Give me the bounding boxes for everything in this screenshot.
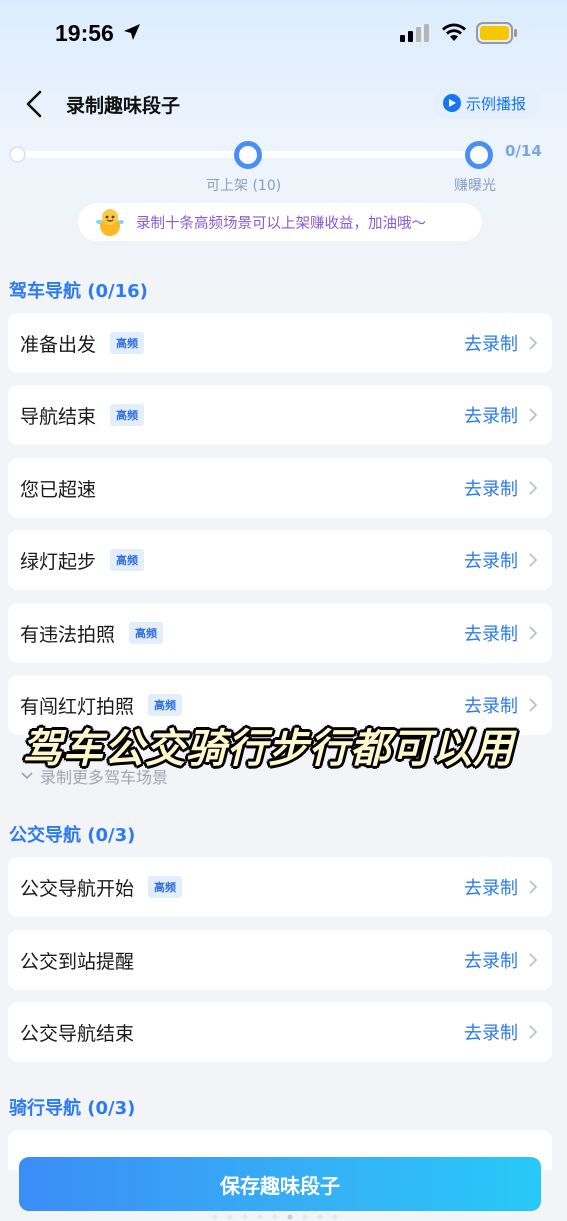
record-link[interactable]: 去录制 — [464, 874, 518, 900]
record-link[interactable]: 去录制 — [464, 692, 518, 718]
back-button[interactable] — [18, 86, 50, 122]
record-link[interactable]: 去录制 — [464, 620, 518, 646]
high-frequency-badge: 高频 — [148, 694, 183, 716]
battery-icon — [476, 22, 517, 44]
item-label: 公交导航结束 — [20, 1022, 135, 1045]
demo-playback-label: 示例播报 — [466, 94, 527, 113]
high-frequency-badge: 高频 — [110, 404, 145, 426]
milestone-listing-label: 可上架 (10) — [206, 178, 282, 194]
list-item[interactable]: 公交导航开始 高频 去录制 — [8, 857, 552, 917]
section-title-cycling: 骑行导航 (0/3) — [9, 1098, 136, 1119]
section-title-driving: 驾车导航 (0/16) — [9, 281, 148, 302]
list-item[interactable]: 公交到站提醒 去录制 — [8, 930, 552, 990]
high-frequency-badge: 高频 — [110, 549, 145, 571]
item-label: 您已超速 — [20, 478, 97, 501]
record-link[interactable]: 去录制 — [464, 547, 518, 573]
record-link[interactable]: 去录制 — [464, 1019, 518, 1045]
record-link[interactable]: 去录制 — [464, 330, 518, 356]
page-title: 录制趣味段子 — [66, 95, 181, 117]
item-label: 绿灯起步 — [20, 550, 97, 573]
chevron-right-icon — [529, 698, 538, 712]
list-item[interactable]: 您已超速 去录制 — [8, 458, 552, 518]
item-label: 有违法拍照 — [20, 623, 116, 646]
cellular-signal-icon — [400, 24, 429, 42]
play-icon — [443, 94, 461, 112]
item-label: 准备出发 — [20, 333, 97, 356]
item-label: 导航结束 — [20, 405, 97, 428]
chevron-right-icon — [529, 880, 538, 894]
tip-text: 录制十条高频场景可以上架赚收益，加油哦～ — [136, 215, 426, 232]
item-label: 公交导航开始 — [20, 877, 135, 900]
chevron-right-icon — [529, 408, 538, 422]
location-arrow-icon — [124, 24, 140, 40]
progress-count: 0/14 — [505, 142, 542, 160]
demo-playback-button[interactable]: 示例播报 — [433, 87, 541, 119]
tip-banner: 录制十条高频场景可以上架赚收益，加油哦～ — [78, 203, 482, 241]
nav-bar: 录制趣味段子 示例播报 — [0, 82, 567, 126]
page-indicator-dots — [212, 1214, 338, 1220]
chevron-right-icon — [529, 626, 538, 640]
chevron-right-icon — [529, 553, 538, 567]
high-frequency-badge: 高频 — [129, 622, 164, 644]
milestone-exposure-marker — [465, 141, 493, 169]
wifi-icon — [442, 23, 466, 41]
progress-bar: 0/14 可上架 (10) 赚曝光 — [0, 140, 567, 200]
list-item[interactable]: 导航结束 高频 去录制 — [8, 385, 552, 445]
list-item[interactable]: 绿灯起步 高频 去录制 — [8, 530, 552, 590]
mascot-icon — [94, 206, 126, 238]
section-title-bus: 公交导航 (0/3) — [9, 825, 136, 846]
overlay-caption: 驾车公交骑行步行都可以用 — [22, 726, 514, 772]
list-item[interactable]: 有违法拍照 高频 去录制 — [8, 603, 552, 663]
progress-start-dot — [9, 146, 26, 163]
chevron-right-icon — [529, 336, 538, 350]
status-bar: 19:56 — [0, 0, 567, 70]
back-arrow-icon — [26, 90, 42, 118]
list-item[interactable]: 准备出发 高频 去录制 — [8, 313, 552, 373]
high-frequency-badge: 高频 — [148, 876, 183, 898]
chevron-right-icon — [529, 1025, 538, 1039]
high-frequency-badge: 高频 — [110, 332, 145, 354]
milestone-exposure-label: 赚曝光 — [454, 178, 496, 194]
item-label: 公交到站提醒 — [20, 950, 135, 973]
status-time: 19:56 — [55, 20, 114, 46]
save-button[interactable]: 保存趣味段子 — [19, 1157, 541, 1211]
record-link[interactable]: 去录制 — [464, 947, 518, 973]
list-item[interactable]: 公交导航结束 去录制 — [8, 1002, 552, 1062]
item-label: 有闯红灯拍照 — [20, 695, 135, 718]
record-link[interactable]: 去录制 — [464, 475, 518, 501]
milestone-listing-marker — [234, 141, 262, 169]
chevron-right-icon — [529, 953, 538, 967]
chevron-right-icon — [529, 481, 538, 495]
record-link[interactable]: 去录制 — [464, 402, 518, 428]
save-button-label: 保存趣味段子 — [220, 1173, 340, 1198]
